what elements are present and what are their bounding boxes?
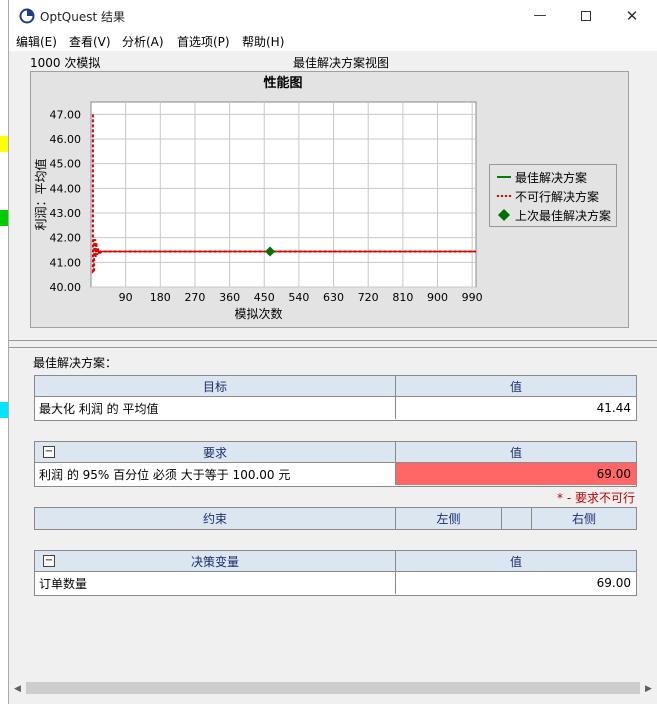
legend-item-infeasible: 不可行解决方案 — [496, 188, 599, 204]
decision-column-header: 决策变量 — [190, 554, 239, 569]
pane-splitter[interactable] — [9, 340, 657, 348]
window-title: OptQuest 结果 — [40, 10, 125, 24]
minimize-icon: — — [533, 8, 547, 23]
y-tick-label: 45.00 — [50, 158, 82, 171]
table-row[interactable]: 最大化 利润 的 平均值 41.44 — [35, 397, 636, 419]
optquest-app-icon — [19, 8, 35, 24]
requirement-table: − 要求 值 利润 的 95% 百分位 必须 大于等于 100.00 元 69.… — [34, 441, 637, 487]
x-tick-label: 810 — [392, 291, 413, 304]
decision-value-column-header: 值 — [509, 554, 522, 569]
constraint-table-header: 约束 左侧 右侧 — [35, 508, 636, 529]
performance-chart-panel: 性能图 90 180 270 360 450 540 630 720 810 900 990 40.00… — [30, 71, 629, 328]
bg-cell-green — [0, 210, 8, 226]
x-tick-label: 540 — [288, 291, 309, 304]
plot-area — [90, 101, 477, 288]
simulation-count: 1000 次模拟 — [30, 56, 101, 70]
maximize-icon — [581, 10, 591, 21]
constraint-lhs-column-header: 左侧 — [436, 512, 461, 526]
chart-legend: 最佳解决方案 不可行解决方案 上次最佳解决方案 — [489, 164, 617, 227]
y-tick-label: 47.00 — [50, 108, 82, 121]
chevron-right-icon: ▶ — [645, 683, 652, 694]
constraint-table: 约束 左侧 右侧 — [34, 507, 637, 530]
background-sheet — [0, 0, 8, 704]
y-tick-label: 40.00 — [50, 281, 82, 294]
menu-view[interactable]: 查看(V) — [69, 33, 111, 50]
chevron-left-icon: ◀ — [14, 683, 21, 694]
legend-label-best: 最佳解决方案 — [515, 170, 588, 185]
scroll-left-button[interactable]: ◀ — [9, 680, 26, 697]
chart-title: 性能图 — [263, 75, 302, 91]
view-title: 最佳解决方案视图 — [293, 56, 390, 70]
menu-bar: 编辑(E) 查看(V) 分析(A) 首选项(P) 帮助(H) — [9, 31, 657, 51]
menu-preferences[interactable]: 首选项(P) — [177, 33, 230, 50]
infeasible-note: * - 要求不可行 — [557, 491, 635, 505]
legend-swatch-infeasible — [496, 191, 512, 201]
x-tick-label: 270 — [184, 291, 205, 304]
legend-label-infeasible: 不可行解决方案 — [515, 189, 600, 204]
objective-column-header: 目标 — [202, 379, 227, 394]
constraint-column-header: 约束 — [202, 512, 227, 526]
y-axis-label: 利润：平均值 — [33, 158, 48, 230]
menu-help[interactable]: 帮助(H) — [242, 33, 284, 50]
objective-value: 41.44 — [596, 401, 631, 415]
bg-cell-yellow — [0, 136, 8, 152]
x-axis-label: 模拟次数 — [234, 306, 282, 321]
requirement-column-header: 要求 — [202, 445, 227, 460]
legend-item-last-best: 上次最佳解决方案 — [496, 207, 611, 223]
x-tick-label: 360 — [219, 291, 240, 304]
x-tick-label: 630 — [323, 291, 344, 304]
objective-label: 最大化 利润 的 平均值 — [39, 401, 159, 416]
y-tick-label: 43.00 — [50, 207, 82, 220]
legend-label-last-best: 上次最佳解决方案 — [515, 208, 612, 223]
menu-edit[interactable]: 编辑(E) — [16, 33, 57, 50]
requirement-table-header: − 要求 值 — [35, 442, 636, 463]
best-solution-label: 最佳解决方案： — [33, 356, 118, 370]
optquest-window: OptQuest 结果 — ✕ 编辑(E) 查看(V) 分析(A) 首选项(P)… — [8, 0, 657, 704]
requirement-value: 69.00 — [396, 463, 636, 485]
close-button[interactable]: ✕ — [609, 0, 655, 31]
x-tick-label: 180 — [150, 291, 171, 304]
decision-label: 订单数量 — [39, 576, 88, 591]
decision-table-header: − 决策变量 值 — [35, 551, 636, 572]
minimize-button[interactable]: — — [517, 0, 563, 31]
objective-table-header: 目标 值 — [35, 376, 636, 397]
x-tick-label: 450 — [254, 291, 275, 304]
decision-variable-table: − 决策变量 值 订单数量 69.00 — [34, 550, 637, 596]
menu-analyze[interactable]: 分析(A) — [122, 33, 164, 50]
x-tick-label: 90 — [119, 291, 133, 304]
legend-swatch-best — [496, 172, 512, 182]
constraint-rhs-column-header: 右侧 — [571, 512, 596, 526]
decision-value: 69.00 — [596, 576, 631, 590]
y-tick-label: 46.00 — [50, 133, 82, 146]
y-tick-label: 42.00 — [50, 232, 82, 245]
requirement-label: 利润 的 95% 百分位 必须 大于等于 100.00 元 — [39, 467, 291, 482]
y-tick-label: 44.00 — [50, 182, 82, 195]
objective-value-column-header: 值 — [509, 379, 522, 394]
scrollbar-thumb[interactable] — [26, 682, 640, 694]
objective-table: 目标 值 最大化 利润 的 平均值 41.44 — [34, 375, 637, 421]
table-row[interactable]: 利润 的 95% 百分位 必须 大于等于 100.00 元 69.00 — [35, 463, 636, 485]
requirement-value-column-header: 值 — [509, 445, 522, 460]
y-tick-label: 41.00 — [50, 256, 82, 269]
bg-cell-cyan — [0, 402, 8, 418]
x-tick-label: 990 — [462, 291, 483, 304]
x-tick-label: 900 — [427, 291, 448, 304]
table-row[interactable]: 订单数量 69.00 — [35, 572, 636, 594]
close-icon: ✕ — [625, 6, 639, 25]
x-tick-label: 720 — [358, 291, 379, 304]
horizontal-scrollbar[interactable]: ◀ ▶ — [9, 680, 657, 697]
scroll-right-button[interactable]: ▶ — [640, 680, 657, 697]
maximize-button[interactable] — [563, 0, 609, 31]
legend-item-best: 最佳解决方案 — [496, 169, 587, 185]
legend-swatch-last-best — [496, 209, 512, 221]
title-bar[interactable]: OptQuest 结果 — ✕ — [9, 0, 657, 31]
